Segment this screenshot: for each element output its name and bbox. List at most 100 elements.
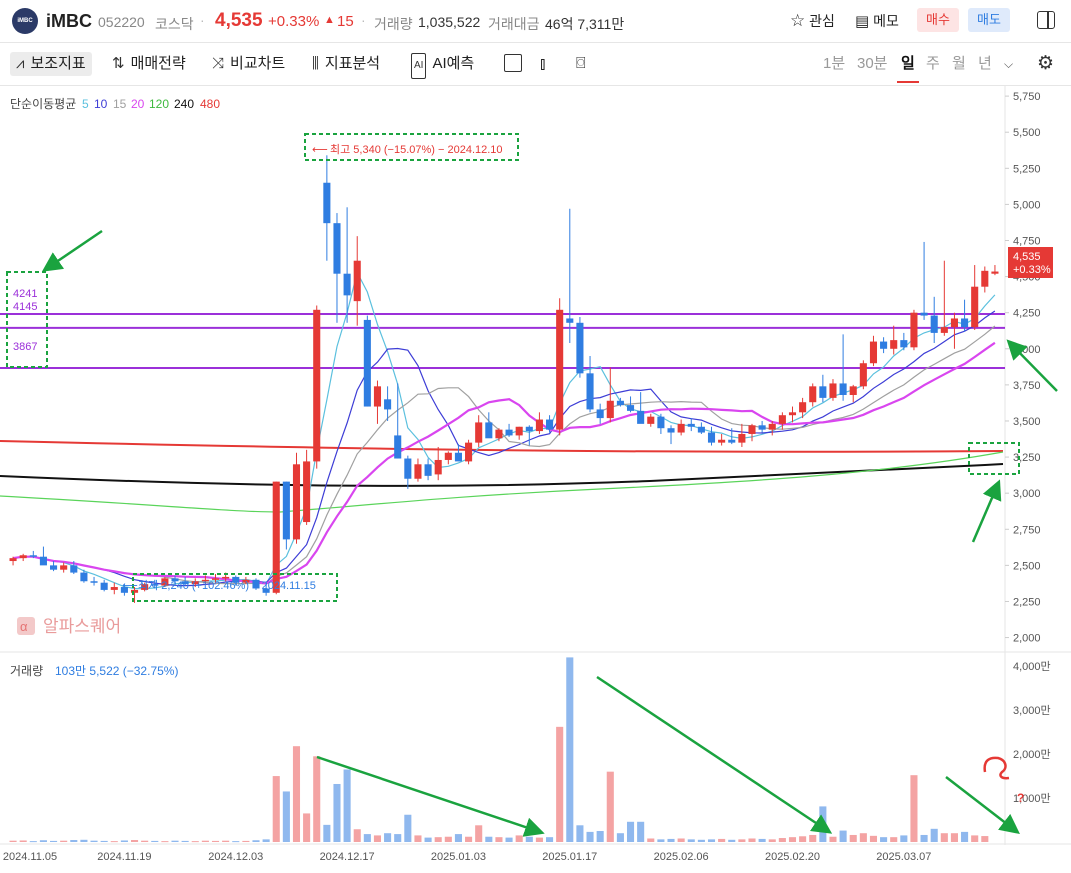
price-tick-label-3: 5,000 xyxy=(1013,199,1041,211)
volume-bar-74 xyxy=(758,838,766,842)
period-1min[interactable]: 1분 xyxy=(823,52,845,76)
indicators-button[interactable]: ⩘ 보조지표 xyxy=(10,52,92,76)
volume-bar-60 xyxy=(616,833,624,842)
volume-bar-34 xyxy=(353,829,361,842)
ma-legend-240: 240 xyxy=(174,97,194,111)
volume-value: 1,035,522 xyxy=(418,14,481,30)
candle-body-76 xyxy=(778,415,786,424)
candle-body-6 xyxy=(70,565,78,573)
volume-bar-76 xyxy=(778,838,786,842)
date-tick-label-4: 2025.01.03 xyxy=(431,851,486,863)
candle-body-53 xyxy=(546,419,554,430)
volume-bar-14 xyxy=(151,840,159,842)
candle-body-8 xyxy=(90,581,98,583)
volume-bar-6 xyxy=(70,840,78,842)
price-tick-label-9: 3,500 xyxy=(1013,416,1041,428)
price-tick-label-10: 3,250 xyxy=(1013,452,1041,464)
ai-predict-button[interactable]: AI AI예측 xyxy=(411,52,474,79)
price-tick-label-2: 5,250 xyxy=(1013,163,1041,175)
stock-chart[interactable]: 단순이동평균 5 10 15 20 120 240 480 5,750 5,500… xyxy=(0,86,1071,873)
indicator-icon: ⩘ xyxy=(16,55,25,72)
watermark-text: 알파스퀘어 xyxy=(43,617,121,636)
volume-bar-35 xyxy=(363,834,371,842)
ma-legend-480: 480 xyxy=(200,97,220,111)
candle-body-21 xyxy=(222,576,230,579)
sell-button[interactable]: 매도 xyxy=(968,8,1010,32)
watermark-alpha-glyph: α xyxy=(20,619,28,634)
volume-bar-28 xyxy=(292,746,301,842)
date-tick-label-6: 2025.02.06 xyxy=(654,851,709,863)
candle-type-icon[interactable]: ⫾ xyxy=(540,52,545,76)
candle-body-75 xyxy=(768,423,776,430)
candle-body-2 xyxy=(29,555,37,557)
high-label: 최고 5,340 (−15.07%) − 2024.12.10 xyxy=(330,143,503,156)
candle-body-66 xyxy=(677,423,685,433)
candle-body-52 xyxy=(535,419,543,432)
volume-bar-53 xyxy=(546,837,554,842)
volume-bar-95 xyxy=(971,835,979,842)
candle-body-65 xyxy=(667,428,675,433)
candle-body-3 xyxy=(39,556,47,566)
sidebar-toggle-icon[interactable] xyxy=(1037,11,1055,29)
volume-bar-77 xyxy=(788,837,797,842)
strategy-button[interactable]: ⇅ 매매전략 xyxy=(112,52,186,76)
candle-body-31 xyxy=(323,182,331,224)
volume-bar-11 xyxy=(120,840,128,842)
volume-bar-16 xyxy=(171,840,179,842)
chevron-down-icon[interactable]: ⌵ xyxy=(1004,52,1013,76)
volume-bar-22 xyxy=(232,841,240,843)
volume-tick-label-0: 4,000만 xyxy=(1013,660,1051,673)
volume-bar-78 xyxy=(799,836,807,842)
draw-rect-button[interactable] xyxy=(504,54,522,72)
volume-bar-86 xyxy=(880,837,888,842)
period-month[interactable]: 월 xyxy=(952,52,966,76)
candle-body-45 xyxy=(465,442,473,462)
volume-bar-30 xyxy=(313,756,321,842)
volume-bar-50 xyxy=(515,835,523,842)
candle-body-77 xyxy=(788,412,797,416)
ma-legend-5: 5 xyxy=(82,97,89,111)
candle-body-95 xyxy=(971,286,979,328)
period-day[interactable]: 일 xyxy=(901,52,915,76)
date-tick-label-7: 2025.02.20 xyxy=(765,851,820,863)
volume-bar-92 xyxy=(940,833,948,842)
date-tick-label-2: 2024.12.03 xyxy=(208,851,263,863)
volume-bar-23 xyxy=(242,840,250,842)
volume-bar-70 xyxy=(718,838,726,842)
compare-button[interactable]: ⤨ 비교차트 xyxy=(212,52,285,76)
volume-bar-94 xyxy=(961,831,969,842)
volume-bar-90 xyxy=(920,834,928,842)
camera-icon[interactable]: ⌼ xyxy=(576,52,586,76)
period-week[interactable]: 주 xyxy=(926,52,940,76)
volume-bar-24 xyxy=(252,840,260,842)
candle-body-68 xyxy=(697,426,705,433)
separator-dot-2: · xyxy=(361,12,366,28)
candle-body-91 xyxy=(930,315,938,333)
stock-name[interactable]: iMBC xyxy=(46,11,92,32)
analysis-button[interactable]: ⫼ 지표분석 xyxy=(312,52,380,76)
candle-body-92 xyxy=(940,327,948,333)
buy-button[interactable]: 매수 xyxy=(917,8,959,32)
volume-bar-59 xyxy=(606,771,614,842)
candle-body-9 xyxy=(100,582,108,590)
period-30min[interactable]: 30분 xyxy=(857,52,888,76)
date-tick-label-3: 2024.12.17 xyxy=(320,851,375,863)
volume-bar-81 xyxy=(829,836,837,842)
volume-bar-52 xyxy=(535,837,543,842)
candle-body-88 xyxy=(900,340,908,348)
watch-button[interactable]: ☆ 관심 xyxy=(790,11,835,31)
high-arrow-icon: ⟵ xyxy=(312,144,328,156)
volume-bar-69 xyxy=(707,839,716,842)
date-tick-label-8: 2025.03.07 xyxy=(876,851,931,863)
candle-body-97 xyxy=(991,271,999,274)
volume-bar-85 xyxy=(869,835,878,842)
memo-button[interactable]: ▤ 메모 xyxy=(855,11,899,31)
volume-bar-47 xyxy=(485,836,493,842)
candle-body-42 xyxy=(434,459,442,475)
volume-bar-88 xyxy=(900,835,908,842)
candle-body-78 xyxy=(799,402,807,413)
analysis-label: 지표분석 xyxy=(324,55,381,72)
candle-body-35 xyxy=(363,319,371,407)
gear-icon[interactable]: ⚙ xyxy=(1037,52,1054,76)
period-year[interactable]: 년 xyxy=(978,52,992,76)
